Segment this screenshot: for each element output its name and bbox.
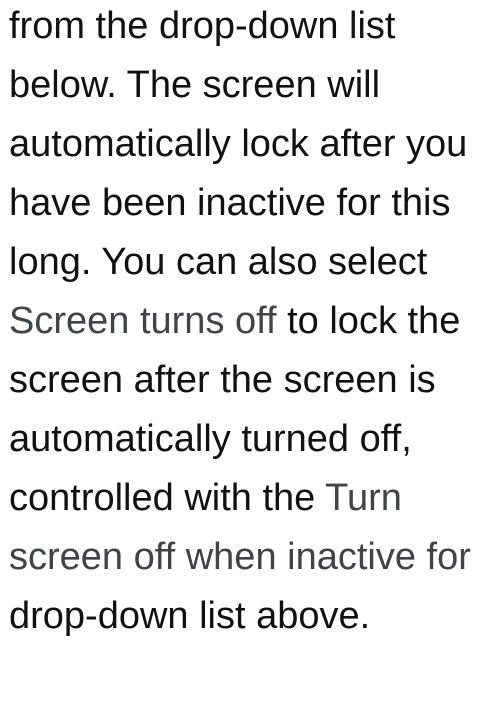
text-line: controlled with the Turn <box>9 469 471 528</box>
gui-term: screen off when inactive for <box>9 536 471 578</box>
body-text: drop-down list above. <box>9 595 371 637</box>
gui-term: Turn <box>325 477 402 519</box>
text-line: automatically lock after you <box>9 115 471 174</box>
text-line: drop-down list above. <box>9 587 471 646</box>
text-line: screen after the screen is <box>9 351 471 410</box>
text-line: Screen turns off to lock the <box>9 292 471 351</box>
body-text: controlled with the <box>9 477 326 519</box>
body-text: automatically turned off, <box>9 418 412 460</box>
text-line: screen off when inactive for <box>9 528 471 587</box>
text-line: automatically turned off, <box>9 410 471 469</box>
text-line: below. The screen will <box>9 56 471 115</box>
help-paragraph: from the drop-down list below. The screen… <box>9 0 471 646</box>
text-line: have been inactive for this <box>9 174 471 233</box>
help-page: from the drop-down list below. The screen… <box>0 0 501 727</box>
body-text: long. You can also select <box>9 241 428 283</box>
body-text: below. The screen will <box>9 64 381 106</box>
text-line: long. You can also select <box>9 233 471 292</box>
text-line: from the drop-down list <box>9 0 471 56</box>
body-text: from the drop-down list <box>9 5 396 47</box>
gui-term: Screen turns off <box>9 300 277 342</box>
body-text: have been inactive for this <box>9 182 451 224</box>
body-text: automatically lock after you <box>9 123 468 165</box>
body-text: screen after the screen is <box>9 359 436 401</box>
body-text: to lock the <box>276 300 461 342</box>
